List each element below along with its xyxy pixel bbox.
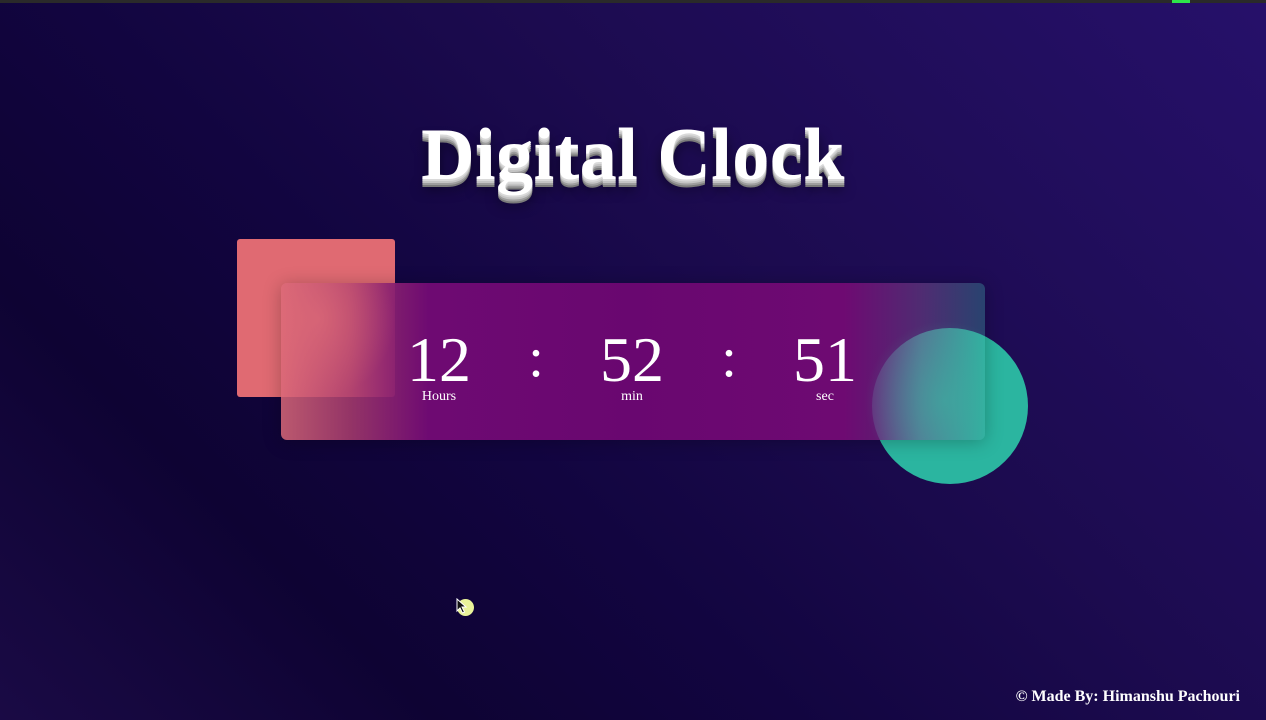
minutes-unit: 52 min xyxy=(572,325,692,405)
hours-unit: 12 Hours xyxy=(379,325,499,405)
separator: : xyxy=(721,327,737,389)
seconds-label: sec xyxy=(816,389,834,404)
seconds-value: 51 xyxy=(793,324,857,395)
separator: : xyxy=(528,327,544,389)
minutes-value: 52 xyxy=(600,324,664,395)
clock-panel: 12 Hours : 52 min : 51 sec xyxy=(281,283,985,440)
pointer-cursor-icon xyxy=(456,598,474,616)
page-title: Digital Clock xyxy=(421,114,845,196)
footer-credit: © Made By: Himanshu Pachouri xyxy=(1015,688,1240,705)
browser-top-strip xyxy=(0,0,1266,3)
seconds-unit: 51 sec xyxy=(765,325,885,405)
status-indicator xyxy=(1172,0,1190,3)
hours-label: Hours xyxy=(421,389,457,404)
minutes-label: min xyxy=(621,389,643,404)
hours-value: 12 xyxy=(407,324,471,395)
cursor-arrow-icon xyxy=(456,598,468,614)
